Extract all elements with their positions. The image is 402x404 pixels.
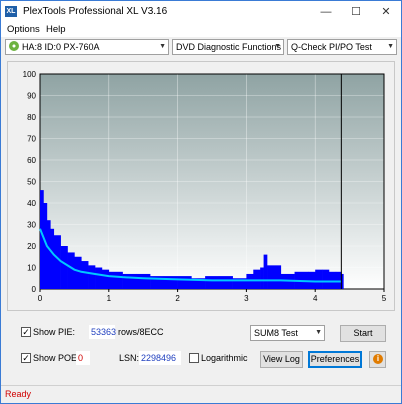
y-tick-label: 60 bbox=[27, 156, 36, 165]
test-select[interactable]: Q-Check PI/PO Test ▼ bbox=[287, 39, 397, 55]
menu-help[interactable]: Help bbox=[46, 24, 66, 35]
logarithmic-label: Logarithmic bbox=[201, 353, 248, 363]
title-bar: XL PlexTools Professional XL V3.16 — ☐ ✕ bbox=[1, 1, 401, 23]
show-poe-label: Show POE: bbox=[33, 353, 80, 363]
pi-bar bbox=[263, 254, 268, 289]
pi-bar bbox=[267, 265, 282, 289]
info-icon: i bbox=[373, 354, 383, 364]
pi-bar bbox=[218, 276, 233, 289]
maximize-button[interactable]: ☐ bbox=[341, 1, 371, 23]
chevron-down-icon: ▼ bbox=[315, 329, 322, 336]
status-text: Ready bbox=[5, 389, 32, 399]
pi-bar bbox=[95, 267, 103, 289]
app-window: XL PlexTools Professional XL V3.16 — ☐ ✕… bbox=[0, 0, 402, 404]
pi-bar bbox=[253, 269, 261, 289]
start-button[interactable]: Start bbox=[340, 325, 386, 342]
pi-bar bbox=[328, 271, 337, 289]
status-bar: Ready bbox=[1, 385, 401, 403]
y-tick-label: 40 bbox=[27, 199, 36, 208]
y-tick-label: 30 bbox=[27, 221, 36, 230]
pi-bar bbox=[53, 235, 61, 289]
drive-select[interactable]: HA:8 ID:0 PX-760A ▼ bbox=[5, 39, 169, 55]
preferences-button[interactable]: Preferences bbox=[308, 351, 362, 368]
pi-bar bbox=[260, 267, 264, 289]
pi-bar bbox=[88, 265, 96, 289]
window-title: PlexTools Professional XL V3.16 bbox=[23, 6, 168, 17]
pi-bar bbox=[122, 273, 137, 289]
y-tick-label: 50 bbox=[27, 178, 36, 187]
pi-bar bbox=[81, 261, 89, 289]
show-pie-checkbox[interactable]: ✓ bbox=[21, 327, 31, 337]
pi-bar bbox=[67, 252, 75, 289]
drive-select-value: HA:8 ID:0 PX-760A bbox=[22, 42, 100, 52]
disc-drive-icon bbox=[9, 41, 19, 51]
pi-bar bbox=[335, 271, 342, 289]
x-tick-label: 1 bbox=[107, 294, 112, 303]
pi-po-chart: 0 10 20 30 40 50 60 70 80 90 100 0 1 2 3 4 5 bbox=[23, 70, 387, 303]
pi-bar bbox=[46, 220, 51, 289]
pi-bar bbox=[177, 276, 192, 289]
pi-bar bbox=[108, 271, 123, 289]
x-tick-label: 3 bbox=[244, 294, 249, 303]
show-poe-checkbox[interactable]: ✓ bbox=[21, 353, 31, 363]
y-tick-label: 100 bbox=[23, 70, 37, 79]
app-logo-icon: XL bbox=[5, 6, 17, 17]
sum-test-value: SUM8 Test bbox=[254, 328, 298, 338]
pi-bar bbox=[136, 273, 151, 289]
chart-panel: 0 10 20 30 40 50 60 70 80 90 100 0 1 2 3 4 5 bbox=[7, 61, 395, 311]
y-tick-label: 90 bbox=[27, 92, 36, 101]
x-tick-label: 0 bbox=[38, 294, 43, 303]
show-pie-label: Show PIE: bbox=[33, 327, 76, 337]
pi-bar bbox=[101, 269, 110, 289]
pi-bar bbox=[40, 190, 44, 289]
y-tick-label: 80 bbox=[27, 113, 36, 122]
pi-bar bbox=[74, 256, 82, 289]
view-log-button[interactable]: View Log bbox=[260, 351, 303, 368]
chevron-down-icon: ▼ bbox=[159, 43, 166, 50]
function-select[interactable]: DVD Diagnostic Functions ▼ bbox=[172, 39, 284, 55]
lsn-value: 2298496 bbox=[139, 351, 181, 365]
pi-bar bbox=[322, 269, 330, 289]
x-tick-label: 5 bbox=[382, 294, 387, 303]
help-button[interactable]: i bbox=[369, 351, 386, 368]
y-tick-label: 20 bbox=[27, 242, 36, 251]
menu-options[interactable]: Options bbox=[7, 24, 40, 35]
sum-test-select[interactable]: SUM8 Test ▼ bbox=[250, 325, 325, 341]
logarithmic-checkbox[interactable] bbox=[189, 353, 199, 363]
y-tick-label: 10 bbox=[27, 264, 36, 273]
pi-bar bbox=[50, 228, 55, 289]
pie-value: 53363 bbox=[89, 325, 117, 339]
x-tick-label: 4 bbox=[313, 294, 318, 303]
pie-unit: rows/8ECC bbox=[118, 327, 164, 337]
minimize-button[interactable]: — bbox=[311, 1, 341, 23]
pi-bar bbox=[246, 273, 254, 289]
controls-panel: ✓ Show PIE: 53363 rows/8ECC ✓ Show POE: … bbox=[1, 316, 401, 376]
y-tick-label: 70 bbox=[27, 135, 36, 144]
function-select-value: DVD Diagnostic Functions bbox=[176, 42, 282, 52]
x-tick-label: 2 bbox=[175, 294, 180, 303]
menu-bar: Options Help bbox=[1, 23, 401, 37]
pi-bar bbox=[315, 269, 323, 289]
pi-bar bbox=[205, 276, 220, 289]
y-tick-label: 0 bbox=[32, 285, 37, 294]
toolbar: HA:8 ID:0 PX-760A ▼ DVD Diagnostic Funct… bbox=[1, 38, 401, 58]
test-select-value: Q-Check PI/PO Test bbox=[291, 42, 372, 52]
pi-bar bbox=[60, 246, 68, 289]
poe-value: 0 bbox=[76, 351, 90, 365]
chevron-down-icon: ▼ bbox=[387, 43, 394, 50]
close-button[interactable]: ✕ bbox=[371, 1, 401, 23]
chevron-down-icon: ▼ bbox=[274, 43, 281, 50]
lsn-label: LSN: bbox=[119, 353, 140, 363]
